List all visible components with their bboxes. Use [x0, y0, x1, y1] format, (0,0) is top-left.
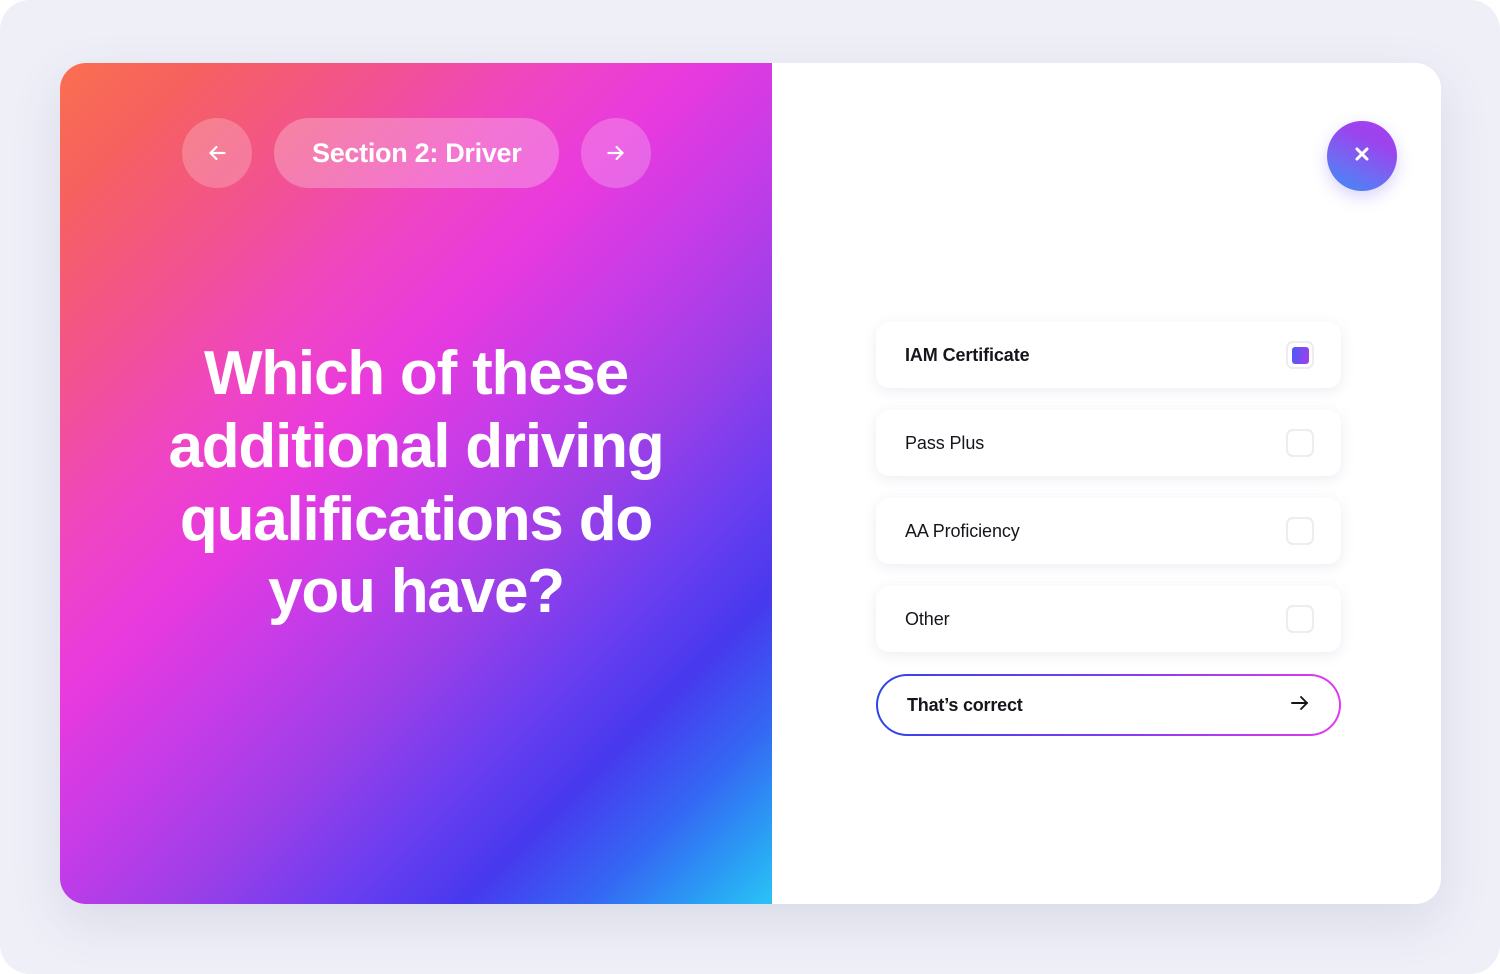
- answer-options-list: IAM Certificate Pass Plus AA Proficiency: [876, 322, 1341, 736]
- option-label: IAM Certificate: [905, 344, 1030, 365]
- option-label: Pass Plus: [905, 432, 985, 453]
- option-row[interactable]: AA Proficiency: [876, 498, 1341, 564]
- confirm-button-label: That’s correct: [907, 694, 1023, 715]
- option-label: AA Proficiency: [905, 520, 1020, 541]
- answer-panel: IAM Certificate Pass Plus AA Proficiency: [772, 63, 1441, 904]
- option-row[interactable]: Other: [876, 586, 1341, 652]
- page-frame: Section 2: Driver Which of these additio…: [0, 0, 1500, 974]
- option-row[interactable]: Pass Plus: [876, 410, 1341, 476]
- arrow-right-icon: [1288, 691, 1312, 720]
- option-checkbox[interactable]: [1286, 605, 1314, 633]
- option-checkbox[interactable]: [1286, 341, 1314, 369]
- question-panel: Section 2: Driver Which of these additio…: [60, 63, 772, 904]
- question-title: Which of these additional driving qualif…: [168, 339, 664, 627]
- question-container: Which of these additional driving qualif…: [60, 63, 772, 904]
- option-label: Other: [905, 608, 950, 629]
- close-button[interactable]: [1327, 121, 1397, 191]
- option-row[interactable]: IAM Certificate: [876, 322, 1341, 388]
- option-checkbox[interactable]: [1286, 429, 1314, 457]
- option-checkbox[interactable]: [1286, 517, 1314, 545]
- confirm-button[interactable]: That’s correct: [876, 674, 1341, 736]
- checkbox-fill-icon: [1291, 346, 1309, 364]
- close-x-icon: [1351, 143, 1373, 170]
- confirm-button-inner: That’s correct: [878, 676, 1339, 734]
- quiz-card: Section 2: Driver Which of these additio…: [60, 63, 1441, 904]
